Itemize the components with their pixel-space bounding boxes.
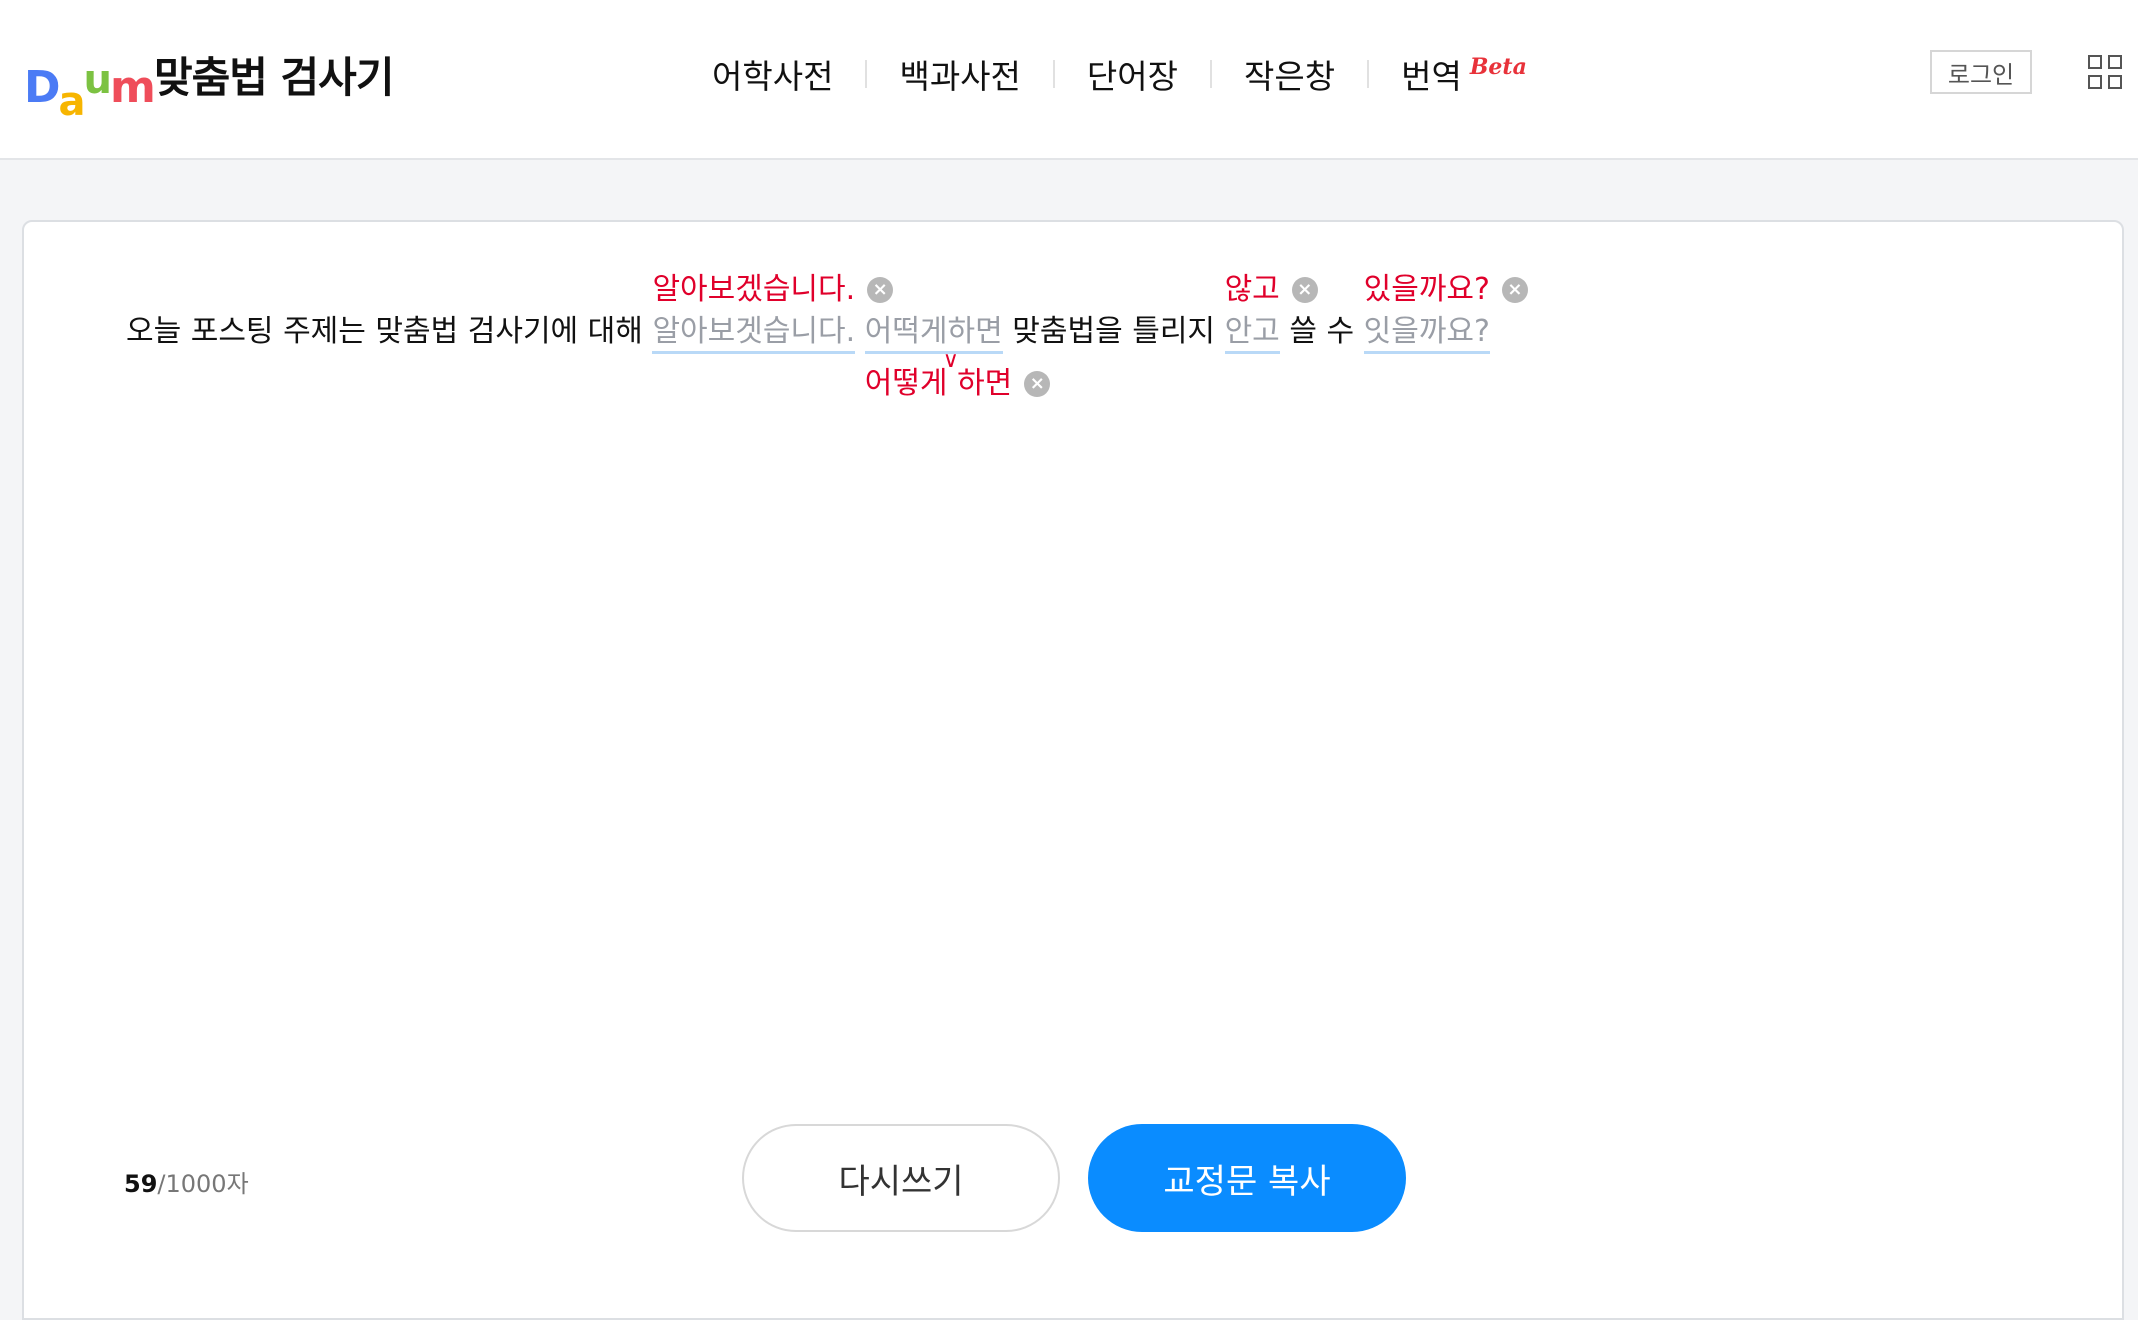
header: D a u m 맞춤법 검사기 어학사전 백과사전 단어장 작은창 번역 Bet… <box>0 0 2138 160</box>
nav-label: 번역 <box>1401 57 1462 96</box>
nav-divider <box>1367 60 1370 88</box>
nav-item-encyclopedia[interactable]: 백과사전 <box>897 50 1022 98</box>
logo-letter: u <box>83 57 113 103</box>
error-word[interactable]: 알아보겟습니다. 알아보겠습니다. × <box>652 272 894 354</box>
logo-letter: D <box>24 62 61 113</box>
nav-item-translate[interactable]: 번역 Beta <box>1399 50 1529 98</box>
text-segment: 맞춤법을 틀리지 <box>1012 314 1216 349</box>
suggestion-text[interactable]: 있을까요? <box>1364 272 1490 308</box>
char-count-current: 59 <box>124 1170 158 1198</box>
suggestion[interactable]: 않고 × <box>1225 272 1318 308</box>
text-segment: 쓸 수 <box>1289 314 1355 349</box>
nav-divider <box>1210 60 1212 88</box>
nav-divider <box>1052 60 1055 88</box>
suggestion[interactable]: 어떻게 하면 × <box>865 366 1051 402</box>
grid-cell <box>2088 75 2102 89</box>
rewrite-button[interactable]: 다시쓰기 <box>742 1124 1060 1232</box>
daum-logo[interactable]: D a u m <box>24 50 156 122</box>
grid-cell <box>2088 55 2102 69</box>
grid-icon[interactable] <box>2088 55 2124 91</box>
nav-label: 단어장 <box>1086 57 1178 96</box>
nav-label: 어학사전 <box>712 57 834 96</box>
close-circle-icon[interactable]: × <box>867 277 894 303</box>
error-text[interactable]: 잇을까요? <box>1363 314 1490 354</box>
nav-item-dictionary[interactable]: 어학사전 <box>710 50 835 98</box>
close-circle-icon[interactable]: × <box>1501 277 1528 303</box>
close-circle-icon[interactable]: × <box>1291 277 1318 303</box>
char-counter: 59/1000자 <box>124 1164 249 1199</box>
suggestion[interactable]: 알아보겠습니다. × <box>652 272 894 308</box>
error-text[interactable]: 안고 <box>1224 314 1280 354</box>
service-title[interactable]: 맞춤법 검사기 <box>154 44 394 105</box>
nav-divider <box>865 60 868 88</box>
beta-badge: Beta <box>1469 54 1527 80</box>
nav-label: 작은창 <box>1244 57 1336 96</box>
suggestion-text[interactable]: 않고 <box>1225 272 1280 308</box>
grid-cell <box>2108 75 2122 89</box>
error-word[interactable]: 어떡게하면 ∨ 어떻게 하면 × <box>864 314 1051 401</box>
text-segment: 오늘 포스팅 주제는 맞춤법 검사기에 대해 <box>126 314 643 349</box>
input-text[interactable]: 오늘 포스팅 주제는 맞춤법 검사기에 대해 알아보겟습니다. 알아보겠습니다.… <box>126 272 1528 401</box>
char-count-max: /1000자 <box>157 1170 249 1198</box>
logo-letter: m <box>110 62 156 113</box>
copy-corrected-button[interactable]: 교정문 복사 <box>1088 1124 1406 1232</box>
suggestion-text[interactable]: 어떻게 하면 <box>865 366 1013 402</box>
main-nav: 어학사전 백과사전 단어장 작은창 번역 Beta <box>710 50 1529 98</box>
nav-item-wordbook[interactable]: 단어장 <box>1085 50 1180 98</box>
error-text[interactable]: 어떡게하면 <box>864 314 1003 354</box>
error-word[interactable]: 잇을까요? 있을까요? × <box>1363 272 1528 354</box>
spell-check-editor[interactable]: 오늘 포스팅 주제는 맞춤법 검사기에 대해 알아보겟습니다. 알아보겠습니다.… <box>22 220 2124 1320</box>
suggestion[interactable]: 있을까요? × <box>1364 272 1528 308</box>
nav-label: 백과사전 <box>899 57 1021 96</box>
close-circle-icon[interactable]: × <box>1024 371 1051 397</box>
login-button[interactable]: 로그인 <box>1930 50 2032 94</box>
nav-item-small-window[interactable]: 작은창 <box>1242 50 1337 98</box>
logo-letter: a <box>58 79 86 125</box>
error-word[interactable]: 안고 않고 × <box>1224 272 1318 354</box>
error-text[interactable]: 알아보겟습니다. <box>652 314 856 354</box>
grid-cell <box>2108 55 2122 69</box>
suggestion-text[interactable]: 알아보겠습니다. <box>652 272 855 308</box>
